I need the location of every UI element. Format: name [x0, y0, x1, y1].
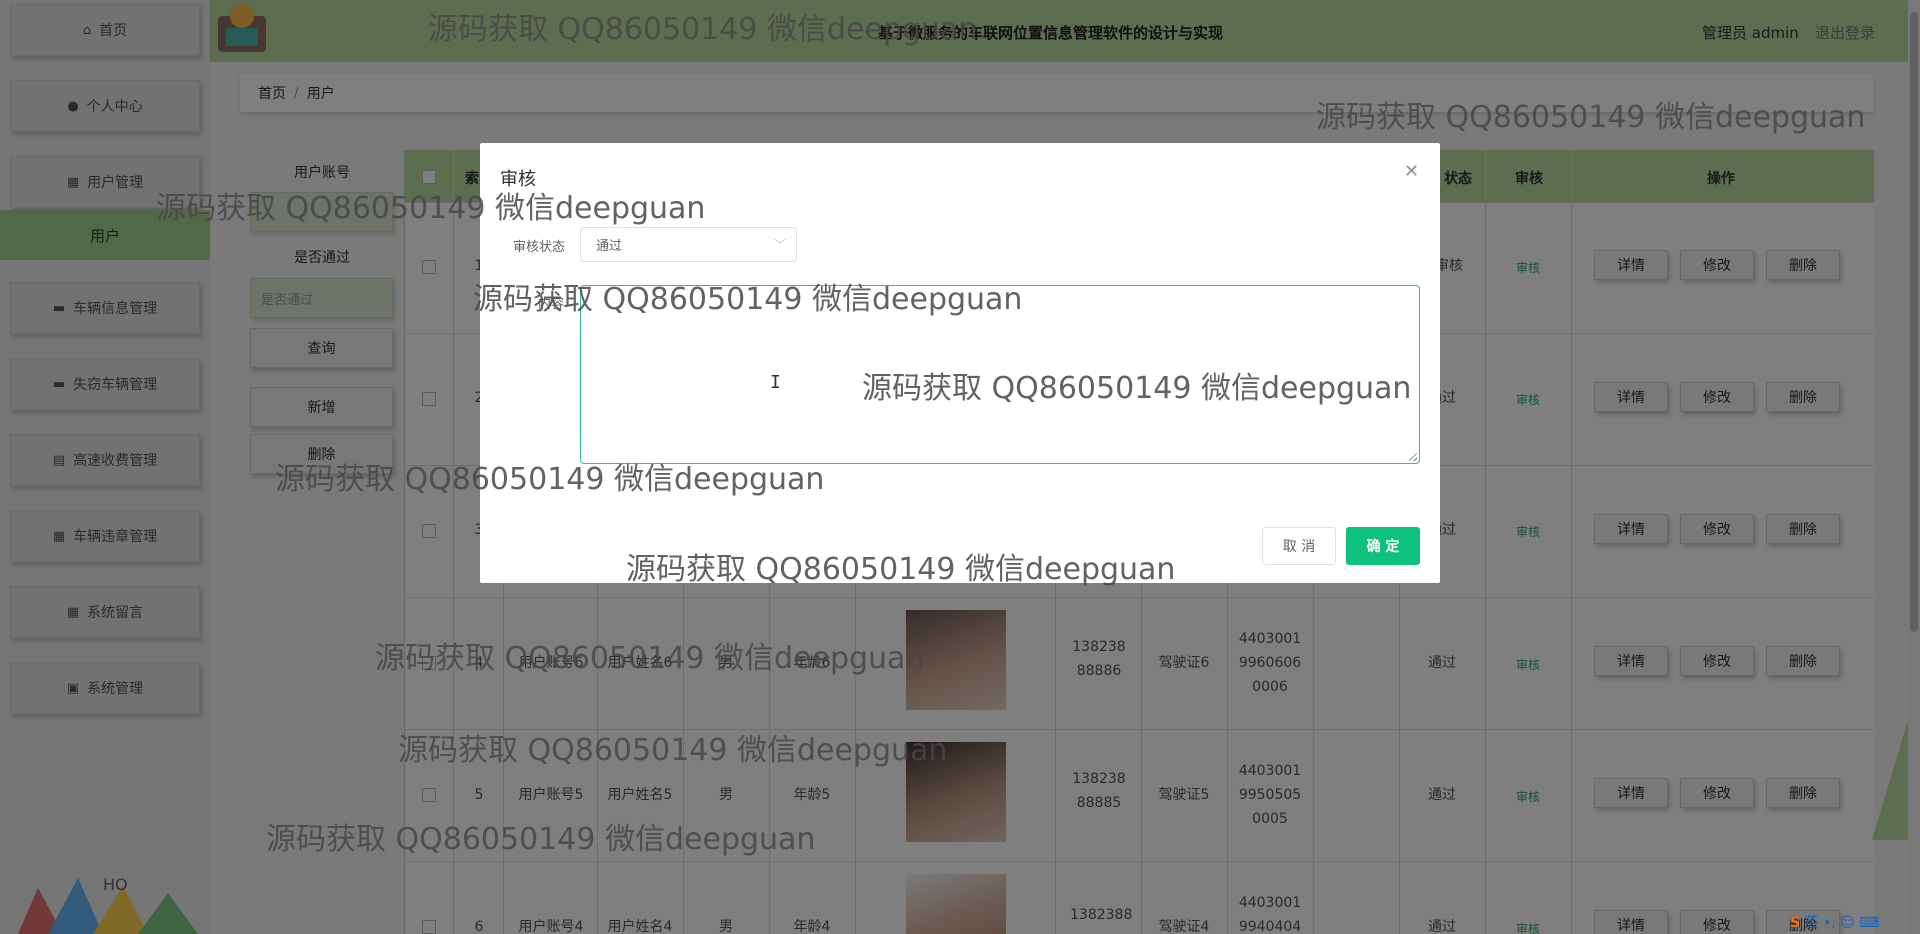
text-cursor-icon: I [770, 372, 781, 393]
ime-lang: 英 [1804, 915, 1819, 931]
audit-status-label: 审核状态 [513, 240, 566, 255]
content-label: 内容 [538, 297, 565, 312]
chevron-down-icon: ﹀ [773, 238, 786, 252]
audit-status-select[interactable]: 通过 ﹀ [580, 227, 797, 262]
confirm-button[interactable]: 确 定 [1346, 527, 1420, 565]
cancel-button[interactable]: 取 消 [1262, 527, 1336, 565]
close-icon[interactable]: ✕ [1404, 161, 1419, 182]
audit-status-value: 通过 [596, 239, 623, 254]
content-textarea[interactable] [580, 285, 1420, 464]
sogou-icon: S [1790, 915, 1801, 931]
ime-indicator[interactable]: S 英 •, ☺ ⌨ [1790, 912, 1879, 932]
resize-handle-icon[interactable] [1409, 453, 1417, 461]
ime-tools: •, ☺ ⌨ [1823, 915, 1880, 931]
dialog-title: 审核 [500, 169, 536, 190]
audit-dialog: 审核 ✕ 审核状态 通过 ﹀ 内容 取 消 确 定 [480, 143, 1440, 583]
